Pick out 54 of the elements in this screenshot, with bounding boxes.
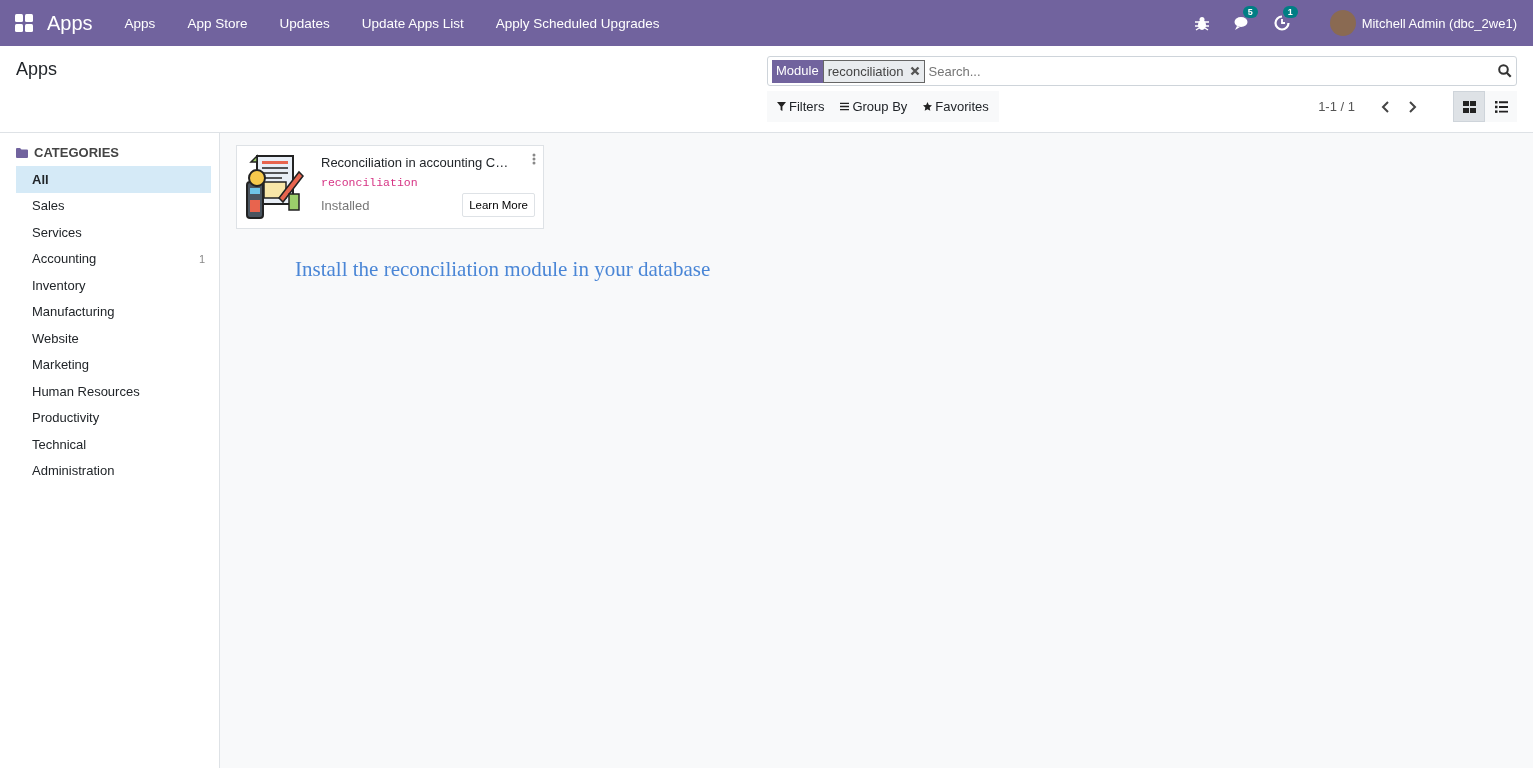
menu-item[interactable]: Update Apps List [345, 15, 480, 31]
bars-icon [840, 102, 850, 111]
kebab-menu-icon[interactable] [532, 153, 536, 165]
chat-icon[interactable] [1233, 15, 1250, 31]
category-item[interactable]: Services [16, 219, 211, 246]
category-item[interactable]: Technical [16, 431, 211, 458]
menu-item[interactable]: Apps [108, 15, 172, 31]
facet-label: Module [772, 59, 823, 83]
menu-item[interactable]: Apply Scheduled Upgrades [479, 15, 676, 31]
caption-text: Install the reconciliation module in your database [295, 257, 712, 282]
category-item[interactable]: Human Resources [16, 378, 211, 405]
list-icon [1494, 100, 1508, 113]
category-item[interactable]: Manufacturing [16, 298, 211, 325]
remove-icon[interactable] [909, 66, 920, 76]
category-item[interactable]: Website [16, 325, 211, 352]
bug-icon[interactable] [1193, 15, 1210, 31]
facet-value: reconciliation [827, 63, 904, 79]
user-name[interactable]: Mitchell Admin (dbc_2we1) [1361, 15, 1517, 31]
install-status: Installed [321, 197, 370, 213]
category-item[interactable]: Marketing [16, 351, 211, 378]
page-title: Apps [16, 59, 59, 81]
grid-icon [1462, 100, 1476, 113]
filter-button[interactable]: Filters [769, 99, 833, 114]
technical-name: reconciliation [321, 176, 419, 189]
category-item[interactable]: Accounting 1 [16, 245, 211, 272]
star-icon [923, 102, 933, 111]
previous-icon[interactable] [1380, 100, 1390, 113]
app-title: Reconciliation in accounting C… [321, 155, 510, 170]
count-badge: 1 [1282, 6, 1298, 18]
category-item[interactable]: Administration [16, 457, 211, 484]
list-view-button[interactable] [1485, 91, 1517, 122]
app-name[interactable]: Apps [47, 11, 93, 35]
category-item[interactable]: All [16, 166, 211, 193]
filter-icon [777, 102, 786, 111]
next-icon[interactable] [1408, 100, 1418, 113]
count-badge: 5 [1242, 6, 1258, 18]
category-item[interactable]: Sales [16, 192, 211, 219]
folder-icon [16, 147, 28, 158]
sidebar-heading: CATEGORIES [34, 145, 119, 160]
category-count: 1 [198, 252, 205, 265]
app-card[interactable]: Reconciliation in accounting C… reconciliation Installed Learn More [236, 145, 544, 229]
category-item[interactable]: Productivity [16, 404, 211, 431]
star-button[interactable]: Favorites [915, 99, 997, 114]
search-icon[interactable] [1498, 64, 1512, 78]
clock-icon[interactable] [1273, 15, 1290, 31]
category-item[interactable]: Inventory [16, 272, 211, 299]
menu-item[interactable]: App Store [171, 15, 264, 31]
pager-value: 1-1 / 1 [1318, 99, 1355, 114]
learn-more-button[interactable]: Learn More [462, 193, 535, 217]
menu-item[interactable]: Updates [263, 15, 346, 31]
kanban-view-button[interactable] [1453, 91, 1485, 122]
search-field[interactable]: Module reconciliation Search... [767, 56, 1517, 86]
group-button[interactable]: Group By [832, 99, 916, 114]
menu-grid-icon[interactable] [15, 14, 33, 32]
